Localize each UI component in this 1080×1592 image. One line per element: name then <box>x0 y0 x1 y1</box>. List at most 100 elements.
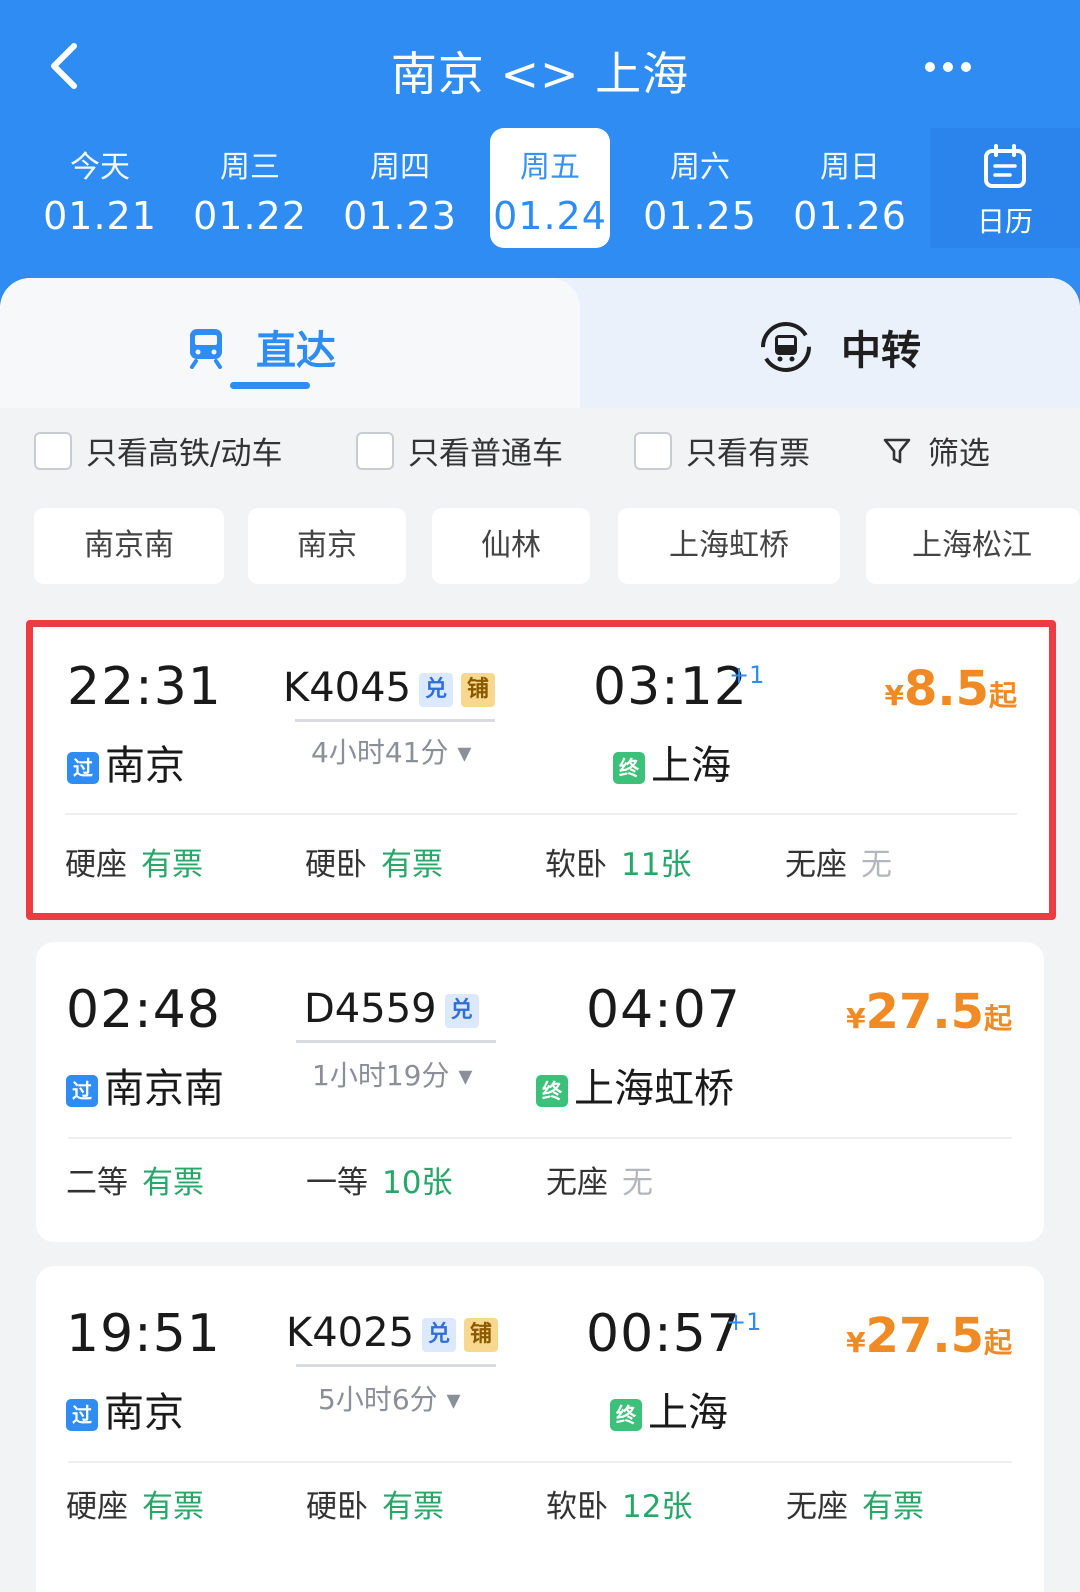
arrival-time: 00:57 <box>586 1304 741 1364</box>
station-chips: 南京南 南京 仙林 上海虹桥 上海松江 <box>0 508 1080 588</box>
station-name: 南京 <box>105 743 185 789</box>
train-number: D4559 <box>304 986 437 1032</box>
filter-high-speed[interactable]: 只看高铁/动车 <box>34 428 282 478</box>
station-chip[interactable]: 南京 <box>248 508 406 584</box>
filter-label: 只看高铁/动车 <box>86 436 283 472</box>
price-suffix: 起 <box>983 1002 1012 1035</box>
duration-toggle[interactable]: 1小时19分 ▾ <box>312 1054 472 1094</box>
train-card[interactable]: 19:51 K4025 兑铺 5小时6分 ▾ 00:57 +1 ¥27.5起 过南… <box>36 1266 1044 1592</box>
seat-type: 硬座 <box>66 1489 128 1525</box>
station-chip[interactable]: 上海虹桥 <box>618 508 840 584</box>
seat-status: 有票 <box>862 1489 924 1525</box>
price-value: 8.5 <box>903 661 989 717</box>
station-name: 南京 <box>104 1390 184 1436</box>
tab-direct[interactable]: 直达 <box>0 278 580 408</box>
terminal-tag: 终 <box>613 752 645 784</box>
seat-status: 有票 <box>141 847 203 883</box>
date-selector: 今天 01.21 周三 01.22 周四 01.23 周五 01.24 周六 0… <box>0 128 1080 253</box>
terminal-tag: 终 <box>610 1399 642 1431</box>
date-weekday: 周五 <box>520 150 580 185</box>
calendar-button[interactable]: 日历 <box>930 128 1080 248</box>
station-name: 上海 <box>651 743 731 789</box>
exchange-badge: 兑 <box>419 673 454 707</box>
date-value: 01.23 <box>343 194 457 238</box>
filter-label: 只看普通车 <box>408 436 563 472</box>
filter-regular[interactable]: 只看普通车 <box>356 428 563 478</box>
seat-type: 无座 <box>785 847 847 883</box>
seat-type: 二等 <box>66 1165 128 1201</box>
train-number: K4045 <box>283 665 412 711</box>
seat-status: 12张 <box>622 1489 693 1525</box>
checkbox[interactable] <box>34 431 72 470</box>
results-panel: 中转 直达 只看高铁/动车 只看普通车 只看有票 筛选 南京南 南京 仙林 上海… <box>0 278 1080 1592</box>
date-tab-0124[interactable]: 周五 01.24 <box>490 128 610 248</box>
more-icon <box>925 62 971 72</box>
next-day-marker: +1 <box>729 661 765 689</box>
train-number-row: D4559 兑 <box>304 986 479 1032</box>
arrival-time: 03:12 <box>593 657 748 717</box>
price-suffix: 起 <box>988 679 1017 712</box>
train-card[interactable]: 22:31 K4045 兑铺 4小时41分 ▾ 03:12 +1 ¥8.5起 过南… <box>26 620 1056 920</box>
seat-status: 11张 <box>621 847 692 883</box>
station-chip[interactable]: 上海松江 <box>866 508 1080 584</box>
tab-transfer[interactable]: 中转 <box>560 278 1080 408</box>
duration-toggle[interactable]: 4小时41分 ▾ <box>311 731 471 771</box>
transfer-icon <box>761 322 812 372</box>
train-number-row: K4045 兑铺 <box>283 665 496 711</box>
calendar-label: 日历 <box>976 205 1033 238</box>
top-bar: 南京 <> 上海 <box>0 0 1080 130</box>
seat-status: 有票 <box>381 847 443 883</box>
seat-type: 硬卧 <box>305 847 367 883</box>
seat-class: 硬座 有票 <box>65 839 203 884</box>
train-number: K4025 <box>286 1310 415 1356</box>
train-number-row: K4025 兑铺 <box>286 1310 499 1356</box>
funnel-icon <box>883 438 911 463</box>
filter-label: 筛选 <box>927 436 990 472</box>
seat-status: 10张 <box>382 1165 453 1201</box>
tab-bar: 中转 直达 <box>0 278 1080 408</box>
price-value: 27.5 <box>865 1308 984 1364</box>
seat-class: 无座 有票 <box>786 1481 924 1526</box>
checkbox[interactable] <box>634 431 672 470</box>
seat-type: 硬座 <box>65 847 127 883</box>
more-button[interactable] <box>908 52 988 82</box>
filter-button[interactable]: 筛选 <box>882 428 990 478</box>
date-tab-0123[interactable]: 周四 01.23 <box>340 128 460 248</box>
checkbox[interactable] <box>356 431 394 470</box>
route-line <box>296 1040 496 1043</box>
seat-class: 二等 有票 <box>66 1157 204 1202</box>
station-name: 上海 <box>648 1390 728 1436</box>
arrival-station: 终上海 <box>613 733 731 791</box>
berth-badge: 铺 <box>464 1318 499 1352</box>
date-tab-0121[interactable]: 今天 01.21 <box>40 128 160 248</box>
date-tab-0122[interactable]: 周三 01.22 <box>190 128 310 248</box>
station-name: 南京南 <box>104 1066 224 1112</box>
seat-type: 软卧 <box>546 1489 608 1525</box>
exchange-badge: 兑 <box>422 1318 457 1352</box>
pass-tag: 过 <box>67 752 99 784</box>
train-icon <box>190 329 223 369</box>
price: ¥8.5起 <box>884 661 1017 717</box>
train-card[interactable]: 02:48 D4559 兑 1小时19分 ▾ 04:07 ¥27.5起 过南京南 … <box>36 942 1044 1242</box>
date-tab-0126[interactable]: 周日 01.26 <box>790 128 910 248</box>
seat-availability: 硬座 有票 硬卧 有票 软卧 12张 无座 有票 <box>66 1481 1012 1541</box>
date-tab-0125[interactable]: 周六 01.25 <box>640 128 760 248</box>
filter-available[interactable]: 只看有票 <box>634 428 810 478</box>
seat-type: 一等 <box>306 1165 368 1201</box>
filter-row: 只看高铁/动车 只看普通车 只看有票 筛选 <box>0 428 1080 488</box>
date-weekday: 周三 <box>220 150 280 185</box>
departure-time: 22:31 <box>67 657 222 717</box>
station-chip[interactable]: 仙林 <box>432 508 590 584</box>
exchange-badge: 兑 <box>444 994 479 1028</box>
duration-toggle[interactable]: 5小时6分 ▾ <box>318 1378 461 1418</box>
station-chip[interactable]: 南京南 <box>34 508 224 584</box>
date-weekday: 周四 <box>370 150 430 185</box>
route-line <box>296 1364 496 1367</box>
divider <box>68 1137 1012 1139</box>
departure-time: 02:48 <box>66 980 221 1040</box>
seat-status: 有票 <box>142 1165 204 1201</box>
route-line <box>295 719 495 722</box>
filter-label: 只看有票 <box>686 436 810 472</box>
date-value: 01.26 <box>793 194 907 238</box>
seat-class: 硬卧 有票 <box>306 1481 444 1526</box>
